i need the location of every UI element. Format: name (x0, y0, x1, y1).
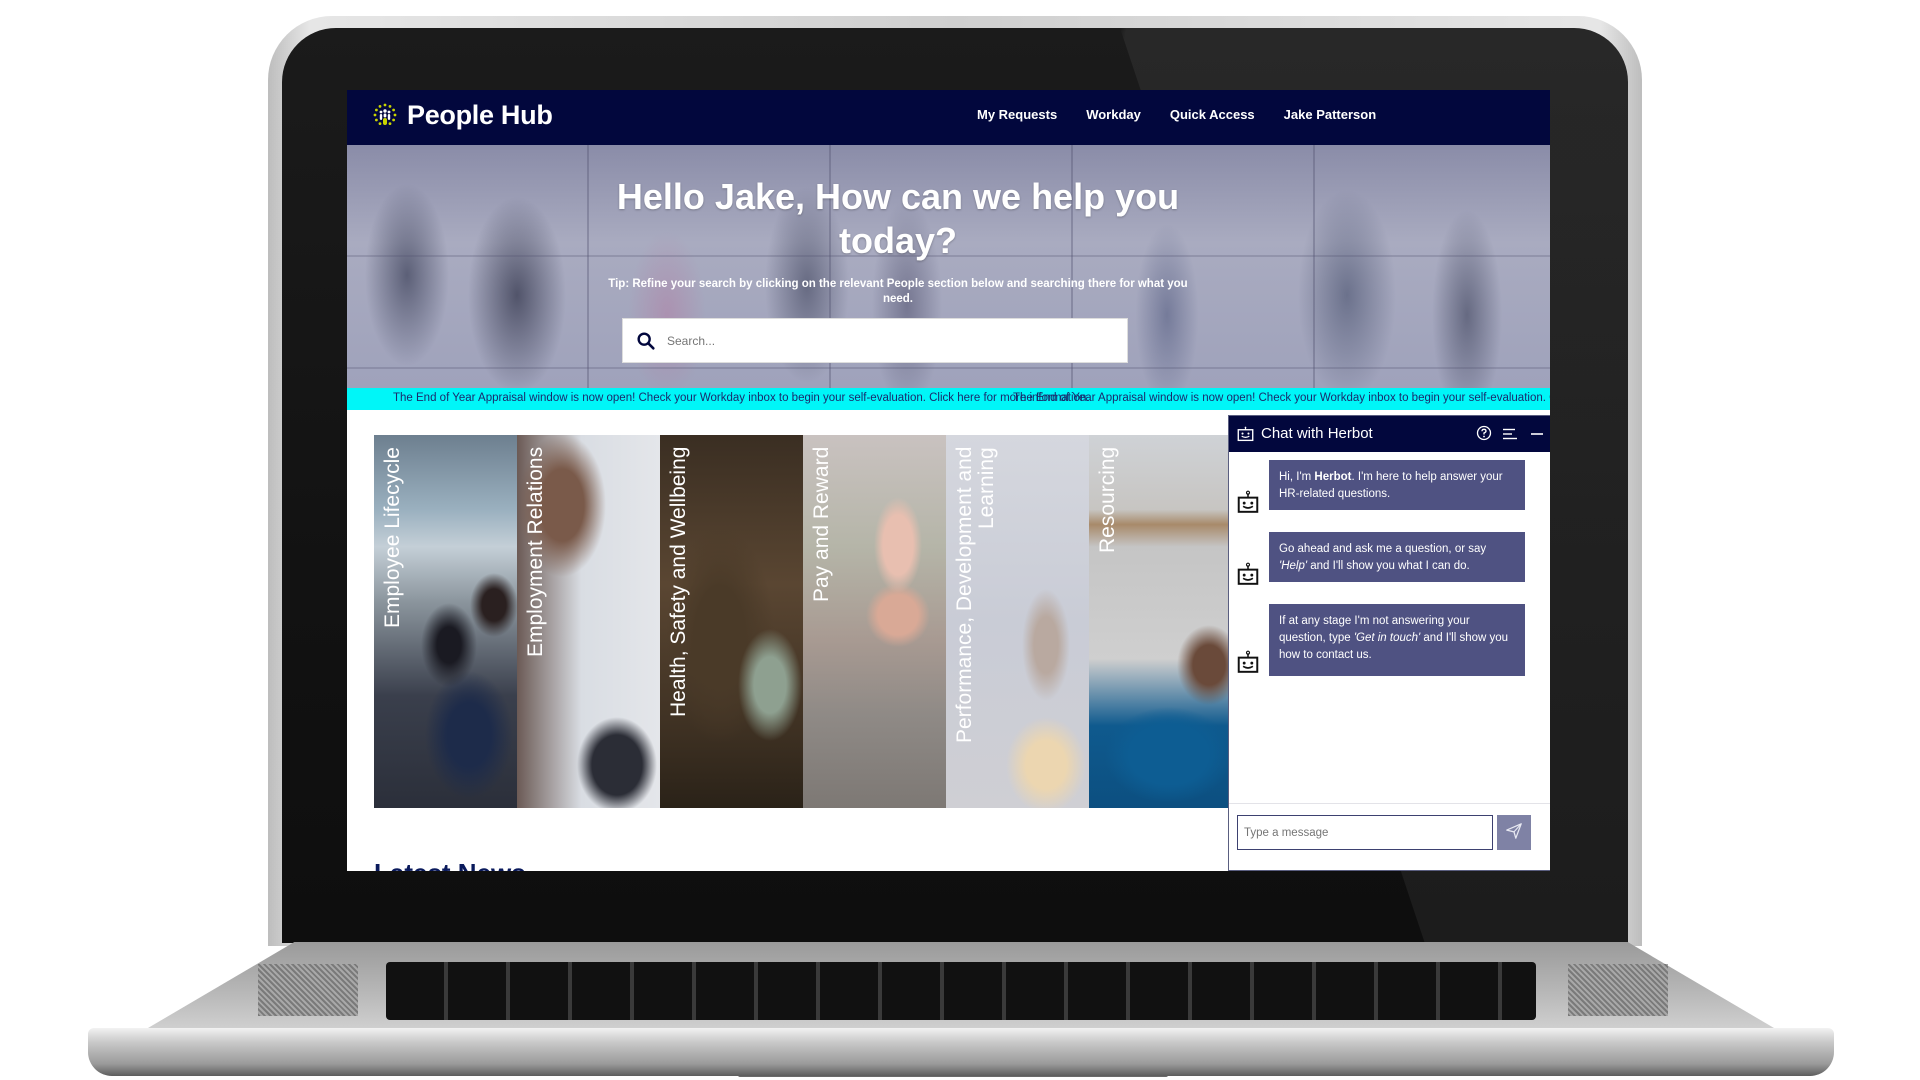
message-text: and I'll show you what I can do. (1307, 560, 1470, 572)
tile-label: Health, Safety and Wellbeing (667, 447, 690, 718)
message-bold-text: Herbot (1314, 471, 1352, 483)
menu-icon[interactable] (1502, 426, 1518, 442)
tile-employment-relations[interactable]: Employment Relations (517, 435, 660, 808)
speaker-grille-left (258, 964, 358, 1016)
minimize-icon[interactable] (1529, 426, 1545, 442)
nav-workday[interactable]: Workday (1086, 107, 1141, 122)
message-italic-text: 'Get in touch' (1353, 632, 1421, 644)
bot-message-bubble: Hi, I'm Herbot. I'm here to help answer … (1269, 460, 1525, 510)
message-text: Hi, I'm (1279, 471, 1315, 483)
bot-avatar-icon (1237, 562, 1259, 585)
chat-message-input[interactable] (1237, 815, 1493, 850)
search-input[interactable] (665, 332, 1109, 349)
tile-label: Performance, Development and Learning (953, 447, 998, 744)
nav-my-requests[interactable]: My Requests (977, 107, 1057, 122)
people-section-tiles: Employee Lifecycle Employment Relations … (374, 435, 1232, 808)
tile-health-safety-wellbeing[interactable]: Health, Safety and Wellbeing (660, 435, 803, 808)
chat-title: Chat with Herbot (1261, 425, 1373, 442)
tile-label: Employee Lifecycle (381, 447, 404, 628)
laptop-base (88, 942, 1834, 1078)
tile-label: Pay and Reward (810, 447, 833, 603)
tile-label: Employment Relations (524, 447, 547, 658)
message-text: Go ahead and ask me a question, or say (1279, 543, 1487, 555)
bot-message-bubble: Go ahead and ask me a question, or say '… (1269, 532, 1525, 582)
laptop-screen: People Hub My Requests Workday Quick Acc… (347, 90, 1550, 871)
ticker-message[interactable]: The End of Year Appraisal window is now … (393, 392, 1090, 404)
latest-news-heading: Latest News (374, 858, 526, 871)
help-icon[interactable] (1476, 425, 1492, 441)
send-icon (1506, 823, 1522, 839)
nav-quick-access[interactable]: Quick Access (1170, 107, 1255, 122)
tile-pay-and-reward[interactable]: Pay and Reward (803, 435, 946, 808)
bot-message-bubble: If at any stage I'm not answering your q… (1269, 604, 1525, 676)
send-button[interactable] (1497, 815, 1531, 850)
announcement-ticker[interactable]: The End of Year Appraisal window is now … (347, 388, 1550, 410)
tile-resourcing[interactable]: Resourcing (1089, 435, 1232, 808)
bot-avatar-icon (1237, 490, 1259, 513)
speaker-grille-right (1568, 964, 1668, 1016)
nav-user-profile[interactable]: Jake Patterson (1284, 107, 1377, 122)
hero-tip-text: Tip: Refine your search by clicking on t… (608, 278, 1188, 305)
chat-footer (1229, 803, 1550, 871)
chat-header: Chat with Herbot (1229, 416, 1550, 452)
tile-label: Resourcing (1096, 447, 1119, 554)
hero-greeting: Hello Jake, How can we help you today? (616, 176, 1180, 261)
tile-employee-lifecycle[interactable]: Employee Lifecycle (374, 435, 517, 808)
bot-avatar-icon (1237, 650, 1259, 673)
chat-messages: Hi, I'm Herbot. I'm here to help answer … (1229, 452, 1550, 802)
keyboard (386, 962, 1536, 1020)
people-hub-logo-icon[interactable] (373, 103, 397, 127)
message-italic-text: 'Help' (1279, 560, 1308, 572)
ticker-message-repeat[interactable]: The End of Year Appraisal window is now … (1013, 392, 1550, 404)
hero-banner: Hello Jake, How can we help you today? T… (347, 145, 1550, 388)
laptop-base-front (88, 1028, 1834, 1076)
top-navigation-bar: People Hub My Requests Workday Quick Acc… (347, 90, 1550, 145)
tile-performance-development-learning[interactable]: Performance, Development and Learning (946, 435, 1089, 808)
main-nav: My Requests Workday Quick Access Jake Pa… (977, 107, 1405, 122)
search-icon[interactable] (635, 330, 657, 352)
chat-widget: Chat with Herbot Hi, I'm Herbot. I'm her… (1228, 415, 1550, 871)
search-bar[interactable] (622, 318, 1128, 363)
bot-icon (1237, 426, 1254, 442)
brand-title[interactable]: People Hub (407, 100, 553, 131)
